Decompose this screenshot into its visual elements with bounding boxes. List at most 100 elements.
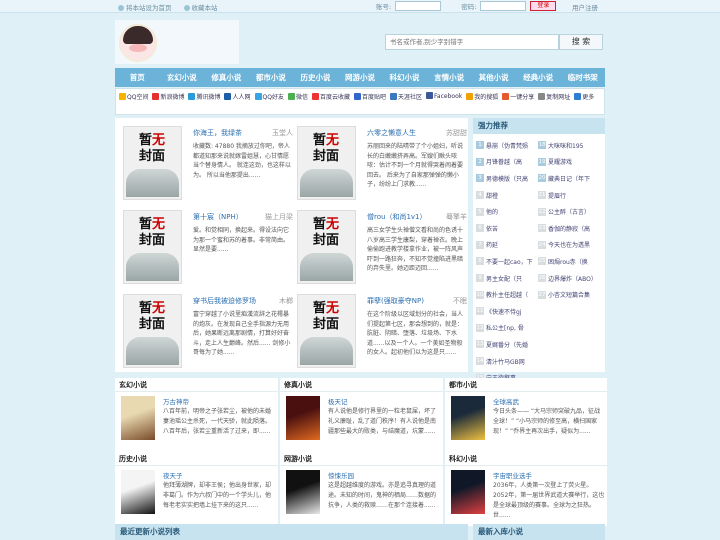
book-title[interactable]: 穿书后我被迫修罗场 xyxy=(193,296,256,306)
nav-item[interactable]: 历史小说 xyxy=(293,68,338,87)
book-author[interactable]: 木榔 xyxy=(279,296,293,306)
book-cover[interactable] xyxy=(286,396,320,440)
recommend-item[interactable]: 3 男德模版（只高 xyxy=(476,170,538,187)
share-link[interactable]: 复制网址 xyxy=(538,92,570,101)
share-link[interactable]: 百度云收藏 xyxy=(311,92,350,101)
book-title[interactable]: 全球高武 xyxy=(493,396,519,406)
recommend-item[interactable]: 8 不要一起cao，下 xyxy=(476,253,538,270)
category-title[interactable]: 玄幻小说 xyxy=(115,378,278,392)
account-input[interactable] xyxy=(395,1,442,11)
nav-item[interactable]: 言情小说 xyxy=(427,68,472,87)
recommend-item[interactable]: 23 香伽的静寂（高 xyxy=(538,220,600,237)
nav-item[interactable]: 临时书架 xyxy=(560,68,605,87)
set-home-link[interactable]: 将本站设为首页 xyxy=(118,2,172,12)
recommend-item[interactable]: 22 公主醉（古言） xyxy=(538,203,600,220)
bookmark-link[interactable]: 收藏本站 xyxy=(183,2,218,12)
nav-item[interactable]: 首页 xyxy=(115,68,160,87)
category-title[interactable]: 历史小说 xyxy=(115,452,278,466)
share-link[interactable]: 腾讯微博 xyxy=(188,92,220,101)
recommend-item[interactable]: 1 悬崩（伪青梵殒 xyxy=(476,137,538,154)
recommend-item[interactable]: 19 夏耀游戏 xyxy=(538,154,600,171)
category-title[interactable]: 都市小说 xyxy=(445,378,607,392)
share-link[interactable]: 百度贴吧 xyxy=(353,92,386,101)
book-cover[interactable]: 暂无 封面 xyxy=(123,210,182,284)
recommend-item[interactable]: 4 甜橙 xyxy=(476,187,538,204)
book-title[interactable]: 僧rou（和尚1v1） xyxy=(367,212,427,222)
search-input[interactable] xyxy=(385,34,559,50)
book-author[interactable]: 蓦擎羊 xyxy=(446,212,467,222)
recommend-item[interactable]: 26 边界爆炸（ABO） xyxy=(538,270,600,287)
recommend-item[interactable]: 6 依苦 xyxy=(476,220,538,237)
book-cover[interactable]: 暂无 封面 xyxy=(297,294,356,368)
recommend-item[interactable]: 25 困焗rou赤（换 xyxy=(538,253,600,270)
book-title[interactable]: 第十宸（NPH） xyxy=(193,212,243,222)
nav-item[interactable]: 网游小说 xyxy=(338,68,383,87)
recommend-title-text: 甜橙 xyxy=(486,192,499,200)
password-input[interactable] xyxy=(480,1,527,11)
recommend-title-text: 藏典日记（年下 xyxy=(548,175,591,183)
nav-item[interactable]: 都市小说 xyxy=(249,68,294,87)
recommend-item[interactable]: 10 教扑主任超越（ xyxy=(476,286,538,303)
nav-item[interactable]: 科幻小说 xyxy=(382,68,427,87)
category-title[interactable]: 科幻小说 xyxy=(445,452,607,466)
book-author[interactable]: 不眠 xyxy=(453,296,467,306)
recommend-item[interactable]: 24 今天也在为透黑 xyxy=(538,237,600,254)
share-link[interactable]: QQ空间 xyxy=(119,92,148,101)
rank-number: 19 xyxy=(538,157,546,166)
book-title[interactable]: 宇宙职业选手 xyxy=(493,470,532,480)
book-cover[interactable] xyxy=(451,396,485,440)
book-title[interactable]: 你海王，我绿茶 xyxy=(193,128,242,138)
book-cover[interactable] xyxy=(286,470,320,514)
search-button[interactable]: 搜 索 xyxy=(559,34,603,50)
recommend-item[interactable]: 5 他的 xyxy=(476,203,538,220)
register-link[interactable]: 用户注册 xyxy=(572,2,598,12)
site-logo[interactable] xyxy=(115,20,239,64)
book-cover[interactable] xyxy=(121,396,155,440)
book-cover[interactable]: 暂无 封面 xyxy=(297,126,356,200)
nav-item[interactable]: 修真小说 xyxy=(204,68,249,87)
recommend-item[interactable]: 9 男主女配（只 xyxy=(476,270,538,287)
recommend-item[interactable]: 27 小杏文短篇合集 xyxy=(538,286,600,303)
book-cover[interactable] xyxy=(121,470,155,514)
category-title[interactable]: 网游小说 xyxy=(280,452,443,466)
book-cover[interactable]: 暂无 封面 xyxy=(123,126,182,200)
recommend-item[interactable]: 18 大咪咪和195 xyxy=(538,137,600,154)
book-title[interactable]: 夜天子 xyxy=(163,470,183,480)
recommend-item[interactable]: 21 提眉行 xyxy=(538,187,600,204)
share-link[interactable]: 新浪微博 xyxy=(152,92,184,101)
recommend-item[interactable]: 11 《快速不恃gj xyxy=(476,303,538,320)
share-link[interactable]: 微信 xyxy=(287,92,308,101)
share-link[interactable]: QQ好友 xyxy=(254,92,284,101)
book-title[interactable]: 惊悚乐园 xyxy=(328,470,354,480)
login-button[interactable]: 登录 xyxy=(530,1,557,11)
home-icon xyxy=(118,5,124,11)
share-link[interactable]: 我的搜狐 xyxy=(466,92,498,101)
recommend-item[interactable]: 2 月锋眷越（高 xyxy=(476,154,538,171)
book-author[interactable]: 猫上月梁 xyxy=(265,212,293,222)
book-title[interactable]: 罪孽(强取豪夺NP) xyxy=(367,296,424,306)
book-author[interactable]: 玉堂人 xyxy=(272,128,293,138)
book-author[interactable]: 苏甜甜 xyxy=(446,128,467,138)
book-title[interactable]: 万古神帝 xyxy=(163,396,189,406)
book-title[interactable]: 极天记 xyxy=(328,396,348,406)
book-cover[interactable]: 暂无 封面 xyxy=(123,294,182,368)
nav-item[interactable]: 其他小说 xyxy=(471,68,516,87)
recommend-title-text: 月锋眷越（高 xyxy=(486,159,523,167)
recommend-item[interactable]: 12 私公主[np, 骨 xyxy=(476,320,538,337)
share-link[interactable]: Facebook xyxy=(426,92,462,101)
book-cover[interactable] xyxy=(451,470,485,514)
recommend-item[interactable]: 7 药延 xyxy=(476,237,538,254)
share-link[interactable]: 一键分享 xyxy=(502,92,534,101)
category-title[interactable]: 修真小说 xyxy=(280,378,443,392)
recommend-item[interactable]: 14 清汁竹马GB网 xyxy=(476,353,538,370)
featured-book: 暂无 封面 你海王，我绿茶 玉堂人 收藏数: 47880 我摘放过你吧，帝人都道知那来说… xyxy=(119,120,295,204)
share-link[interactable]: 人人网 xyxy=(224,92,251,101)
nav-item[interactable]: 玄幻小说 xyxy=(160,68,205,87)
book-title[interactable]: 六零之懒意人生 xyxy=(367,128,416,138)
share-link[interactable]: 更多 xyxy=(574,92,594,101)
recommend-item[interactable]: 13 夏娓番分（先婚 xyxy=(476,336,538,353)
share-link[interactable]: 天涯社区 xyxy=(390,92,422,101)
recommend-item[interactable]: 20 藏典日记（年下 xyxy=(538,170,600,187)
book-cover[interactable]: 暂无 封面 xyxy=(297,210,356,284)
nav-item[interactable]: 经典小说 xyxy=(516,68,561,87)
